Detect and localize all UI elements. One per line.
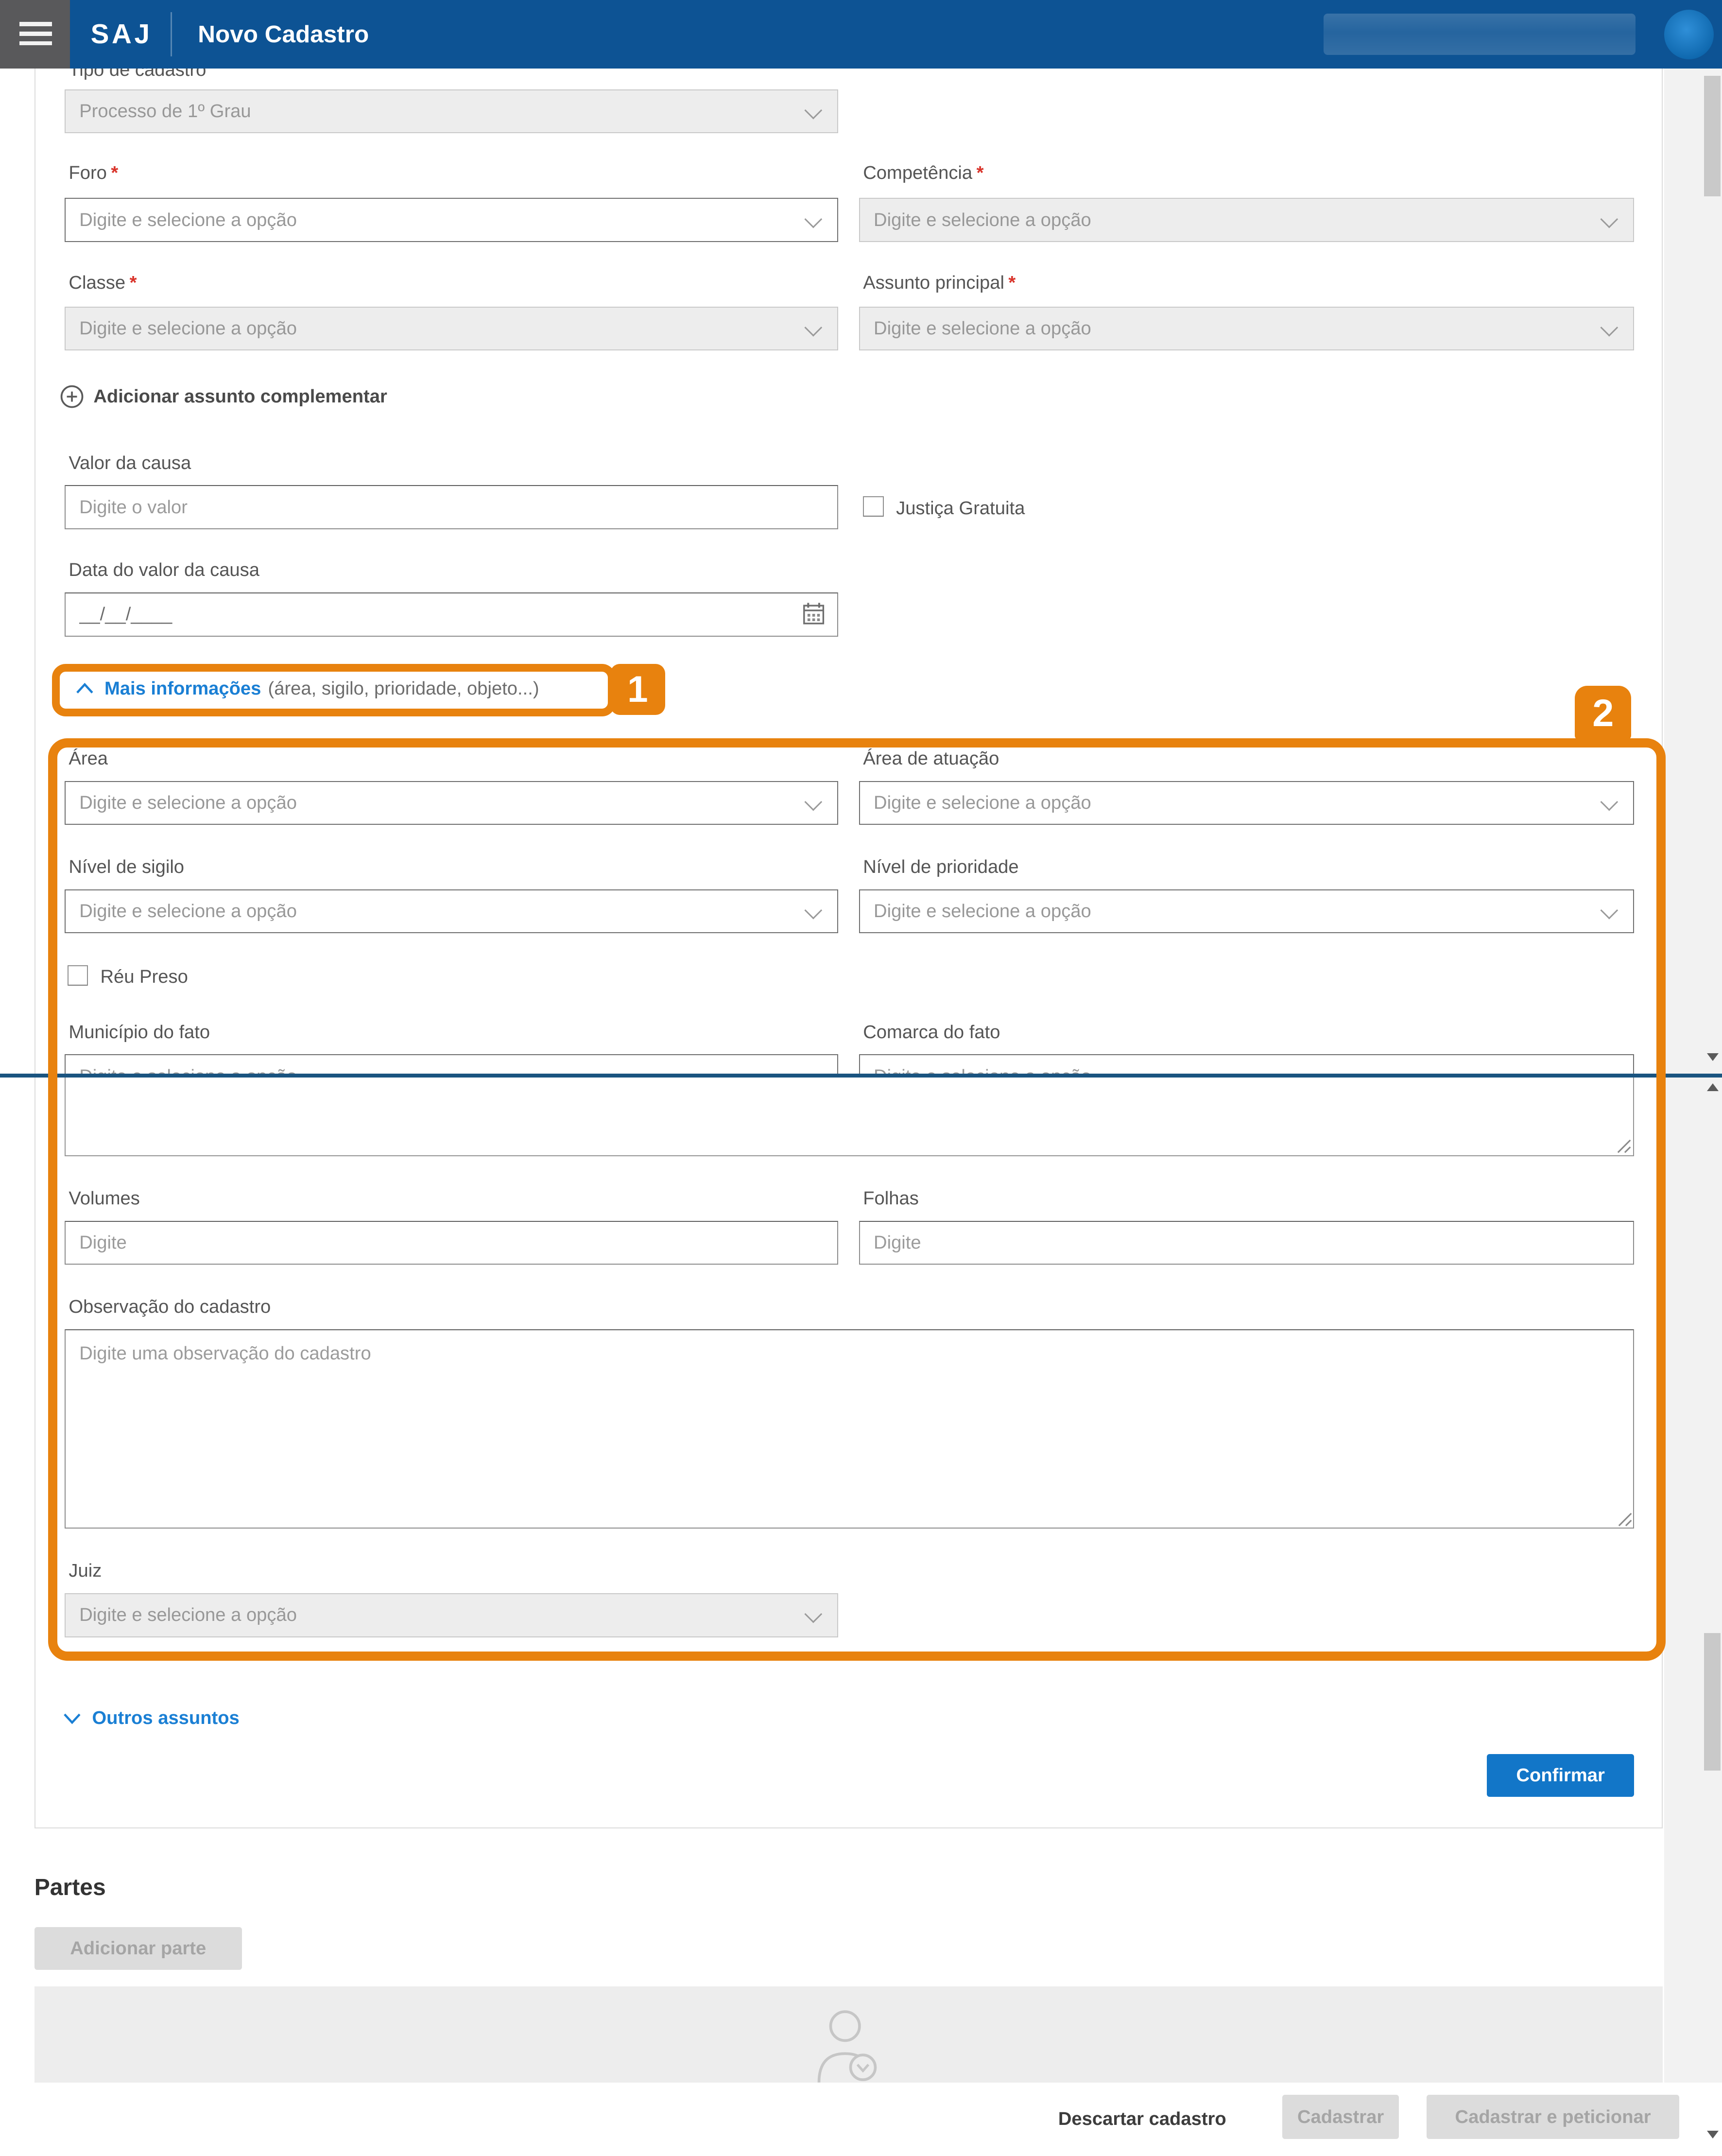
annotation-badge-1: 1 [610, 664, 665, 715]
empty-parties-person-icon [815, 2008, 883, 2083]
justica-gratuita-checkbox[interactable] [863, 496, 883, 517]
volumes-label: Volumes [69, 1188, 139, 1209]
saj-logo[interactable]: SAJ [91, 18, 153, 50]
volumes-input[interactable] [65, 1221, 838, 1265]
mais-informacoes-toggle[interactable]: Mais informações (área, sigilo, priorida… [76, 669, 539, 708]
nivel-sigilo-combobox[interactable]: Digite e selecione a opção [65, 889, 838, 934]
screenshot-seam [0, 1074, 1722, 1078]
area-combobox[interactable]: Digite e selecione a opção [65, 781, 838, 825]
competencia-combobox: Digite e selecione a opção [859, 198, 1634, 242]
nivel-sigilo-label: Nível de sigilo [69, 856, 184, 878]
comarca-fato-combobox[interactable]: Digite e selecione a opção [859, 1054, 1634, 1076]
partes-title: Partes [34, 1874, 106, 1901]
juiz-label: Juiz [69, 1560, 102, 1582]
valor-causa-label: Valor da causa [69, 452, 191, 474]
valor-causa-input[interactable] [65, 485, 838, 529]
chevron-down-icon [805, 793, 822, 810]
app-header: SAJ Novo Cadastro [0, 0, 1722, 69]
adicionar-parte-button: Adicionar parte [34, 1927, 242, 1970]
partes-empty-panel [34, 1986, 1663, 2083]
chevron-up-icon [76, 682, 94, 695]
competencia-label: Competência* [863, 162, 983, 184]
data-valor-causa-label: Data do valor da causa [69, 559, 259, 581]
municipio-fato-clipped: Digite e selecione a opção [65, 1054, 838, 1076]
observacao-textarea[interactable] [65, 1329, 1634, 1529]
classe-label: Classe* [69, 272, 137, 294]
calendar-icon[interactable] [803, 602, 825, 626]
folhas-label: Folhas [863, 1188, 919, 1209]
page-title: Novo Cadastro [198, 20, 369, 48]
scrollbar-down-arrow[interactable] [1707, 2131, 1719, 2139]
justica-gratuita-label: Justiça Gratuita [896, 498, 1025, 519]
cadastrar-e-peticionar-button: Cadastrar e peticionar [1427, 2095, 1679, 2139]
chevron-down-icon [1600, 210, 1618, 227]
area-atuacao-combobox[interactable]: Digite e selecione a opção [859, 781, 1634, 825]
data-valor-causa-input[interactable] [65, 592, 838, 637]
folhas-input[interactable] [859, 1221, 1634, 1265]
resize-grip-icon[interactable] [1618, 1512, 1633, 1527]
observacao-label: Observação do cadastro [69, 1296, 271, 1318]
chevron-down-icon [805, 102, 822, 119]
scrollbar-thumb[interactable] [1704, 1633, 1721, 1771]
add-complementary-subject-link[interactable]: Adicionar assunto complementar [60, 385, 387, 408]
chevron-down-icon [805, 210, 822, 227]
area-atuacao-label: Área de atuação [863, 748, 999, 769]
scrollbar-down-arrow[interactable] [1707, 1053, 1719, 1061]
outros-assuntos-toggle[interactable]: Outros assuntos [63, 1702, 240, 1735]
reu-preso-checkbox[interactable] [68, 965, 88, 986]
foro-label: Foro* [69, 162, 118, 184]
tipo-cadastro-select: Processo de 1º Grau [65, 89, 838, 134]
plus-circle-icon [60, 385, 84, 408]
assunto-principal-combobox: Digite e selecione a opção [859, 307, 1634, 351]
header-search-input[interactable] [1324, 14, 1636, 55]
cadastrar-button: Cadastrar [1282, 2095, 1399, 2139]
avatar[interactable] [1664, 10, 1714, 59]
hamburger-menu-icon[interactable] [0, 0, 70, 69]
scrollbar-thumb[interactable] [1704, 76, 1721, 197]
classe-combobox: Digite e selecione a opção [65, 307, 838, 351]
chevron-down-icon [805, 1605, 822, 1623]
clipped-textarea[interactable] [65, 1078, 1634, 1156]
header-divider [171, 12, 172, 56]
comarca-fato-clipped: Digite e selecione a opção [859, 1054, 1634, 1076]
chevron-down-icon [1600, 902, 1618, 919]
municipio-fato-label: Município do fato [69, 1022, 210, 1043]
descartar-cadastro-button[interactable]: Descartar cadastro [1058, 2083, 1226, 2156]
juiz-combobox: Digite e selecione a opção [65, 1593, 838, 1637]
nivel-prioridade-label: Nível de prioridade [863, 856, 1018, 878]
resize-grip-icon[interactable] [1617, 1139, 1632, 1154]
reu-preso-label: Réu Preso [100, 966, 188, 988]
comarca-fato-label: Comarca do fato [863, 1022, 1000, 1043]
assunto-principal-label: Assunto principal* [863, 272, 1016, 294]
foro-combobox[interactable]: Digite e selecione a opção [65, 198, 838, 242]
municipio-fato-combobox[interactable]: Digite e selecione a opção [65, 1054, 838, 1076]
chevron-down-icon [63, 1712, 81, 1724]
annotation-badge-2: 2 [1575, 686, 1631, 739]
chevron-down-icon [805, 319, 822, 336]
scrollbar-up-arrow[interactable] [1707, 1083, 1719, 1091]
chevron-down-icon [1600, 319, 1618, 336]
chevron-down-icon [1600, 793, 1618, 810]
nivel-prioridade-combobox[interactable]: Digite e selecione a opção [859, 889, 1634, 934]
chevron-down-icon [805, 902, 822, 919]
novo-cadastro-page: Tipo de cadastro Processo de 1º Grau For… [0, 0, 1722, 2156]
confirmar-button[interactable]: Confirmar [1487, 1754, 1634, 1797]
area-label: Área [69, 748, 108, 769]
